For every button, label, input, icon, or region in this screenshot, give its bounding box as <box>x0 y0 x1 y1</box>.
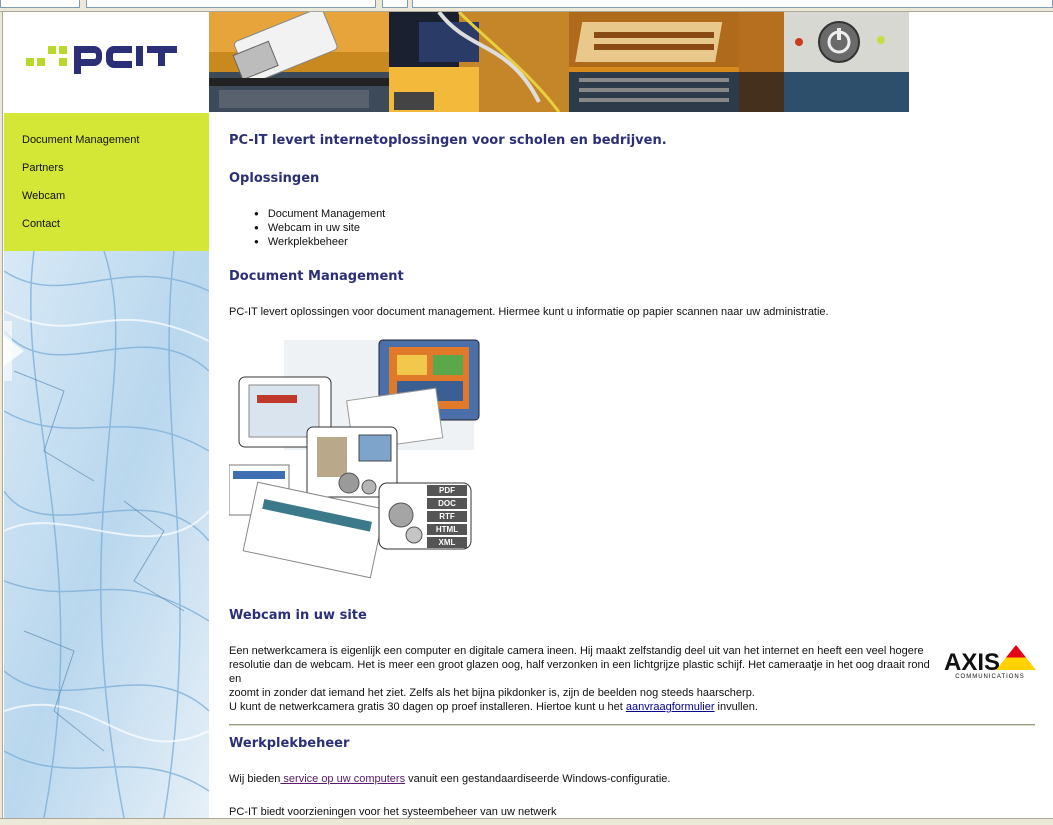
toolbar-field[interactable] <box>86 0 376 8</box>
solutions-list: Document Management Webcam in uw site We… <box>254 207 385 249</box>
intro-heading: PC-IT levert internetoplossingen voor sc… <box>229 133 667 148</box>
list-item: Webcam in uw site <box>254 221 385 235</box>
webcam-text-line: resolutie dan de webcam. Het is meer een… <box>229 659 930 685</box>
format-label: DOC <box>438 499 456 508</box>
window-bottom-border <box>0 818 1053 825</box>
service-computers-link[interactable]: service op uw computers <box>280 773 405 785</box>
format-label: HTML <box>436 525 458 534</box>
webcam-text-fragment: invullen. <box>714 701 758 713</box>
window-border <box>0 12 3 825</box>
site-logo[interactable] <box>4 12 209 112</box>
workplace-management-heading: Werkplekbeheer <box>229 736 350 751</box>
sidebar-cables-image <box>4 251 209 818</box>
axis-logo-subtext: COMMUNICATIONS <box>955 674 1025 680</box>
nav-item-partners[interactable]: Partners <box>22 162 64 174</box>
request-form-link[interactable]: aanvraagformulier <box>626 701 715 713</box>
browser-toolbar <box>0 0 1053 12</box>
toolbar-field[interactable] <box>0 0 80 8</box>
address-field[interactable] <box>412 0 1053 8</box>
workplace-text: Wij bieden service op uw computers vanui… <box>229 772 670 786</box>
toolbar-button[interactable] <box>382 0 408 8</box>
axis-logo-text: AXIS <box>944 649 1000 676</box>
webcam-heading: Webcam in uw site <box>229 608 367 623</box>
format-label: XML <box>439 538 456 547</box>
logo-wordmark <box>74 46 177 74</box>
webcam-text-line: zoomt in zonder dat iemand het ziet. Zel… <box>229 687 755 699</box>
webcam-text-line: U kunt de netwerkcamera gratis 30 dagen … <box>229 700 941 714</box>
workplace-text-2: PC-IT biedt voorzieningen voor het syste… <box>229 806 557 818</box>
axis-logo[interactable]: AXIS COMMUNICATIONS <box>944 642 1036 680</box>
document-management-heading: Document Management <box>229 269 404 284</box>
banner-image <box>209 12 909 112</box>
header-banner <box>209 12 909 112</box>
nav-item-document-management[interactable]: Document Management <box>22 134 139 146</box>
webcam-text: Een netwerkcamera is eigenlijk een compu… <box>229 644 941 714</box>
webcam-text-line: Een netwerkcamera is eigenlijk een compu… <box>229 645 924 657</box>
workplace-text-fragment: vanuit een gestandaardiseerde Windows-co… <box>405 773 671 785</box>
document-management-text: PC-IT levert oplossingen voor document m… <box>229 306 829 318</box>
format-label: PDF <box>439 486 455 495</box>
section-divider <box>229 724 1035 726</box>
logo-dots-icon <box>26 46 67 86</box>
format-label: RTF <box>439 512 455 521</box>
sidebar-nav: Document Management Partners Webcam Cont… <box>4 113 209 251</box>
workplace-text-fragment: Wij bieden <box>229 773 281 785</box>
list-item: Werkplekbeheer <box>254 235 385 249</box>
list-item: Document Management <box>254 207 385 221</box>
nav-item-contact[interactable]: Contact <box>22 218 60 230</box>
solutions-heading: Oplossingen <box>229 171 320 186</box>
document-management-illustration: PDF DOC RTF HTML XML <box>228 335 481 587</box>
nav-item-webcam[interactable]: Webcam <box>22 190 65 202</box>
webcam-text-fragment: U kunt de netwerkcamera gratis 30 dagen … <box>229 701 626 713</box>
